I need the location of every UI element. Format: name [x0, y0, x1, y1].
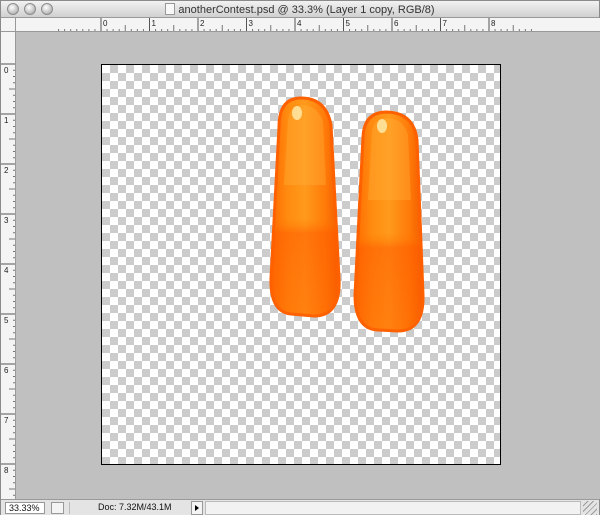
document-icon [165, 3, 176, 15]
horizontal-ruler[interactable]: 0 1 2 3 4 5 6 7 8 [16, 18, 600, 32]
ruler-label: 6 [4, 366, 9, 375]
ruler-label: 8 [491, 19, 496, 28]
right-candy-shape [353, 110, 425, 333]
window-title: anotherContest.psd @ 33.3% (Layer 1 copy… [1, 3, 599, 16]
status-bar: 33.33% Doc: 7.32M/43.1M [1, 499, 599, 515]
ruler-label: 2 [200, 19, 205, 28]
ruler-label: 0 [4, 66, 9, 75]
ruler-label: 2 [4, 166, 9, 175]
ruler-label: 4 [4, 266, 9, 275]
document-size-info: Doc: 7.32M/43.1M [69, 502, 189, 514]
ruler-label: 3 [4, 216, 9, 225]
resize-grip[interactable] [583, 501, 597, 515]
ruler-label: 1 [4, 116, 9, 125]
ruler-origin[interactable] [1, 18, 16, 32]
ruler-label: 3 [249, 19, 254, 28]
status-menu-arrow[interactable] [191, 501, 203, 515]
ruler-label: 6 [394, 19, 399, 28]
horizontal-scrollbar[interactable] [205, 501, 581, 515]
ruler-label: 8 [4, 466, 9, 475]
pasteboard [16, 32, 600, 499]
ruler-label: 1 [152, 19, 157, 28]
ruler-label: 5 [346, 19, 351, 28]
window-title-text: anotherContest.psd @ 33.3% (Layer 1 copy… [178, 4, 435, 16]
vertical-ruler-ticks: 0 1 2 3 4 5 6 7 8 [1, 63, 15, 496]
photoshop-document-window: anotherContest.psd @ 33.3% (Layer 1 copy… [0, 0, 600, 515]
ruler-label: 0 [103, 19, 108, 28]
triangle-right-icon [195, 505, 199, 511]
document-canvas[interactable] [101, 64, 501, 465]
zoom-level-field[interactable]: 33.33% [5, 502, 45, 514]
version-cue-button[interactable] [51, 502, 64, 514]
layer-artwork [269, 96, 425, 333]
ruler-label: 7 [443, 19, 448, 28]
left-candy-shape [269, 96, 341, 318]
ruler-label: 4 [297, 19, 302, 28]
title-bar[interactable]: anotherContest.psd @ 33.3% (Layer 1 copy… [1, 1, 599, 18]
ruler-label: 5 [4, 316, 9, 325]
ruler-label: 7 [4, 416, 9, 425]
horizontal-ruler-ticks: 0 1 2 3 4 5 6 7 8 [58, 18, 532, 31]
vertical-ruler[interactable]: 0 1 2 3 4 5 6 7 8 [1, 32, 16, 499]
